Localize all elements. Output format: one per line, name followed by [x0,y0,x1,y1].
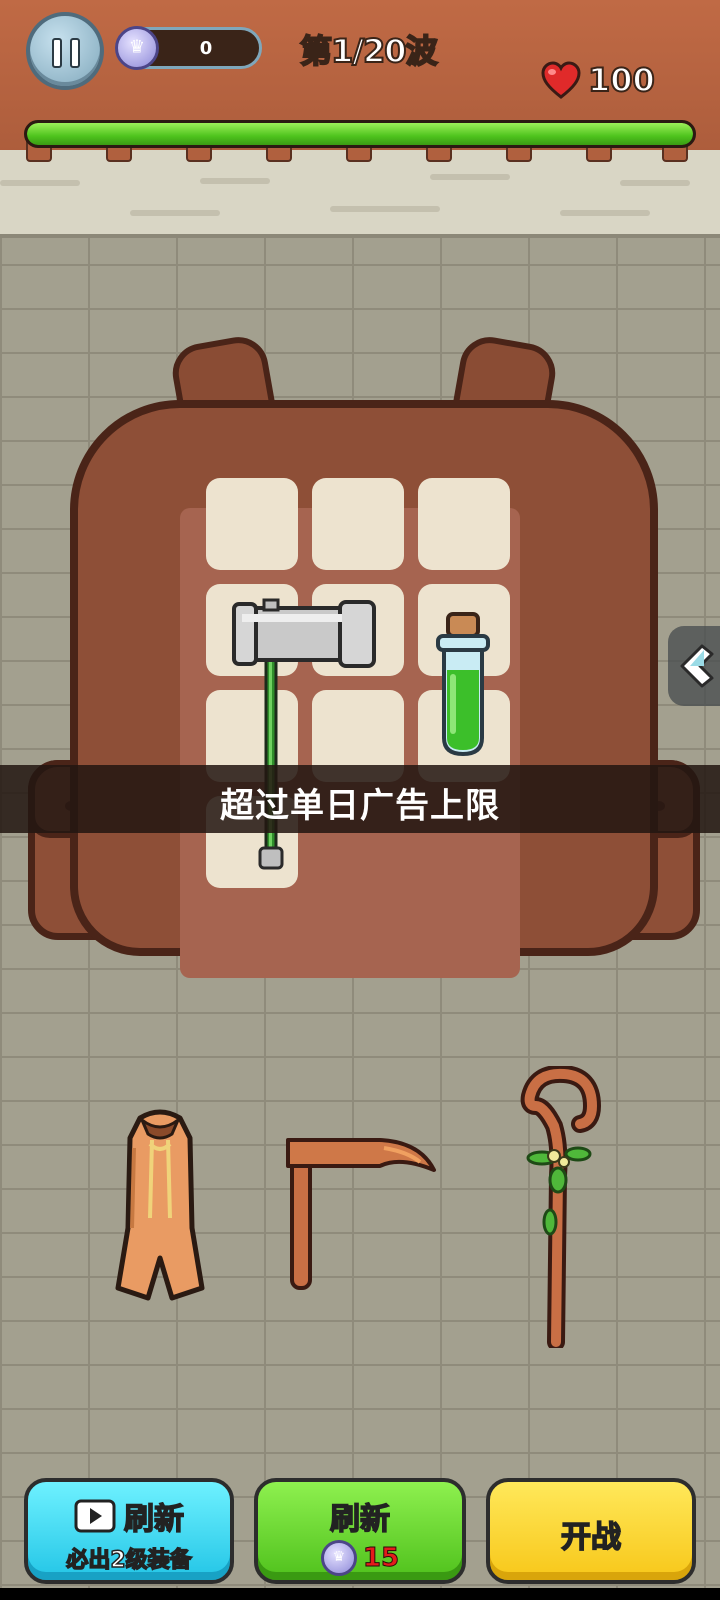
refresh-ad-label: 刷新 [123,1501,185,1538]
cloak-icon[interactable] [110,1108,210,1304]
crown-gem-icon: ♛ [320,1540,357,1576]
chevron-left-icon [680,644,714,688]
refresh-gem-label: 刷新 [329,1501,391,1538]
crown-gem-icon: ♛ [115,26,159,70]
wave-counter: 第1/20波 [299,31,438,71]
nav-bar-strip [0,1588,720,1600]
health-value: 100 [587,60,656,100]
heart-icon [541,61,581,99]
scythe-icon[interactable] [280,1126,438,1294]
staff-icon[interactable] [518,1066,608,1348]
wave-progress-bar [24,120,696,148]
side-panel-toggle[interactable] [668,626,720,706]
battle-label: 开战 [560,1519,622,1556]
health-display: 100 [540,60,656,100]
video-play-icon [74,1499,116,1533]
war-hammer-icon[interactable] [230,598,380,876]
refresh-with-gems-button[interactable]: 刷新 ♛ 15 [254,1478,466,1584]
gem-counter: ♛ 0 [115,26,262,70]
green-potion-icon[interactable] [430,610,496,758]
refresh-with-ad-button[interactable]: 刷新 必出2级装备 [24,1478,234,1584]
inventory-slot[interactable] [312,478,404,570]
pause-button[interactable] [26,12,104,90]
inventory-slot[interactable] [206,478,298,570]
refresh-cost: 15 [362,1543,400,1574]
start-battle-button[interactable]: 开战 [486,1478,696,1584]
inventory-slot[interactable] [418,478,510,570]
refresh-ad-subtitle: 必出2级装备 [66,1547,193,1574]
toast-message: 超过单日广告上限 [220,786,500,826]
pause-icon [52,38,62,68]
gem-count: 0 [199,38,213,59]
wave-progress-fill [27,123,693,145]
